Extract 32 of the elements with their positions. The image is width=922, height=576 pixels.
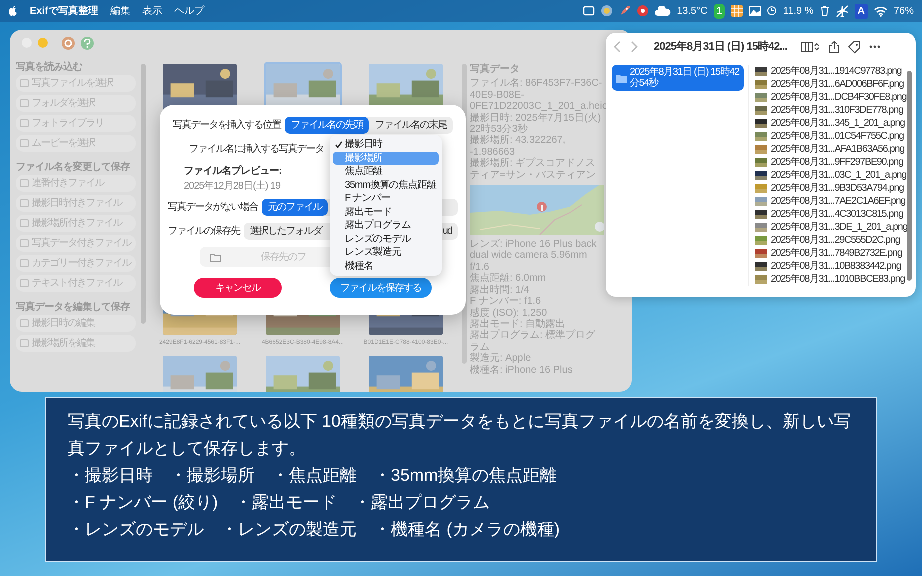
field-label: ファイルの保存先 xyxy=(168,224,240,238)
field-label: ファイル名に挿入する写真データ xyxy=(188,142,324,156)
placeholder-text: 保存先のフ xyxy=(261,250,306,264)
data-line: ファイル名: 86F453F7-F36C-40E9-B08E-0FE71D22003C_1_201_a.heic xyxy=(470,78,604,112)
data-line: 焦点距離: 6.0mm xyxy=(470,273,548,284)
section-title: 写真データを編集して保存 xyxy=(16,300,132,315)
cpu-text: 11.9 % xyxy=(783,4,814,18)
temperature-text: 13.5°C xyxy=(677,4,708,18)
data-line: 露出プログラム: 標準プログラム xyxy=(470,330,597,353)
data-line: 撮影日時: 2025年7月15日(火) 22時53分3秒 xyxy=(470,112,602,136)
data-line: 撮影場所: ギプスコアドノスティア=サン・バスティアン xyxy=(470,158,597,182)
data-line: 露出時間: 1/4 xyxy=(470,284,530,296)
preview-label: ファイル名プレビュー: xyxy=(184,164,282,179)
battery-text: 76% xyxy=(894,4,914,18)
data-line: F ナンバー: f1.6 xyxy=(470,296,542,308)
caption-line: ・レンズのモデル ・レンズの製造元 ・機種名 (カメラの機種) xyxy=(68,519,562,541)
data-line: レンズ: iPhone 16 Plus back dual wide camera 5.96mm f/1.6 xyxy=(470,239,598,273)
preview-text: 2025年12月28日(土) 19 xyxy=(184,180,281,194)
window-title: 2025年8月31日 (日) 15時42... xyxy=(654,40,788,55)
panel-title: 写真データ xyxy=(470,64,521,76)
data-line: 感度 (ISO): 1,250 xyxy=(470,308,548,318)
caption-paragraph: 写真のExifに記録されている以下 10種類の写真データをもとに写真ファイルの名前を変換し、新しい写真ファイルとして保存します。 xyxy=(68,411,852,460)
section-title: 写真を読み込む xyxy=(16,60,84,75)
section-title: ファイル名を変更して保存 xyxy=(16,160,132,175)
field-label: 写真データを挿入する位置 xyxy=(173,118,281,132)
caption-line: ・撮影日時 ・撮影場所 ・焦点距離 ・35mm換算の焦点距離 xyxy=(68,465,558,487)
data-line: 製造元: Apple xyxy=(470,353,532,364)
caption-line: ・F ナンバー (絞り) ・露出モード ・露出プログラム xyxy=(68,492,492,514)
data-line: 撮影場所: 43.322267, -1.986663 xyxy=(470,135,567,158)
data-line: 機種名: iPhone 16 Plus xyxy=(470,364,574,376)
field-label: 写真データがない場合 xyxy=(168,200,258,214)
data-line: 露出モード: 自動露出 xyxy=(470,318,566,330)
